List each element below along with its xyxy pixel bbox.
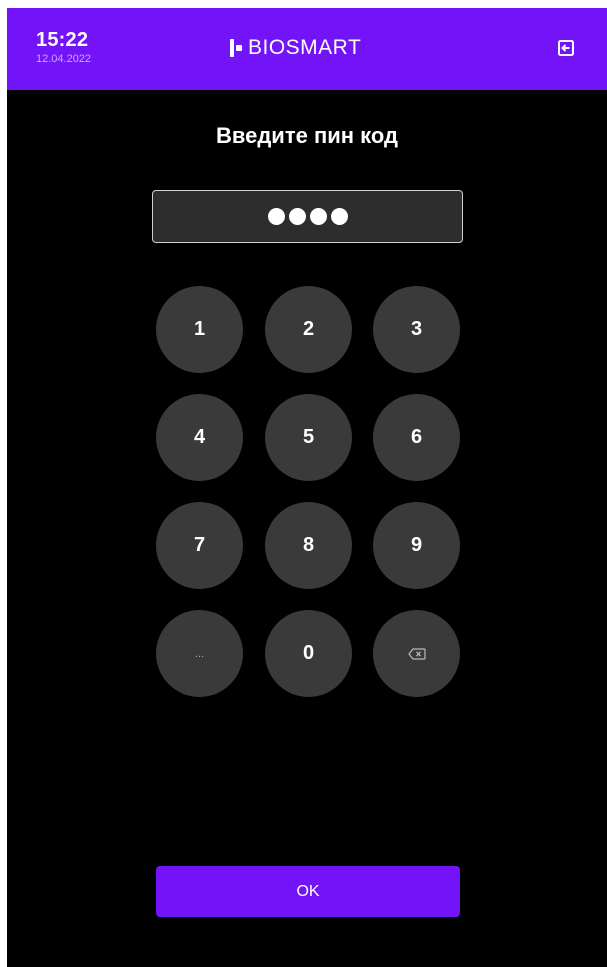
top-bar: 15:22 12.04.2022 BIOSMART bbox=[7, 8, 607, 90]
key-2[interactable]: 2 bbox=[265, 286, 352, 373]
pin-screen: 15:22 12.04.2022 BIOSMART Введите пин ко… bbox=[7, 8, 607, 967]
exit-icon bbox=[558, 40, 574, 56]
key-9[interactable]: 9 bbox=[373, 502, 460, 589]
pin-dot bbox=[267, 208, 285, 225]
key-7[interactable]: 7 bbox=[156, 502, 243, 589]
page-title: Введите пин код bbox=[215, 123, 398, 148]
key-8[interactable]: 8 bbox=[265, 502, 352, 589]
pin-dot bbox=[309, 208, 327, 225]
clock-time: 15:22 bbox=[36, 29, 89, 51]
key-4[interactable]: 4 bbox=[156, 394, 243, 481]
brand-logo: BIOSMART bbox=[230, 35, 361, 61]
key-3[interactable]: 3 bbox=[373, 286, 460, 373]
key-0[interactable]: 0 bbox=[265, 610, 352, 697]
exit-button[interactable] bbox=[557, 39, 575, 57]
ok-button[interactable]: OK bbox=[156, 866, 460, 917]
pin-input[interactable] bbox=[152, 190, 463, 243]
clock-date: 12.04.2022 bbox=[36, 53, 92, 65]
backspace-button[interactable] bbox=[373, 610, 460, 697]
pin-dot bbox=[288, 208, 306, 225]
key-6[interactable]: 6 bbox=[373, 394, 460, 481]
pin-dot bbox=[330, 208, 348, 225]
key-1[interactable]: 1 bbox=[156, 286, 243, 373]
logo-mark-icon bbox=[230, 39, 242, 57]
logo-text: BIOSMART bbox=[248, 36, 362, 59]
backspace-icon bbox=[407, 647, 426, 660]
key-more[interactable]: ... bbox=[156, 610, 243, 697]
key-5[interactable]: 5 bbox=[265, 394, 352, 481]
